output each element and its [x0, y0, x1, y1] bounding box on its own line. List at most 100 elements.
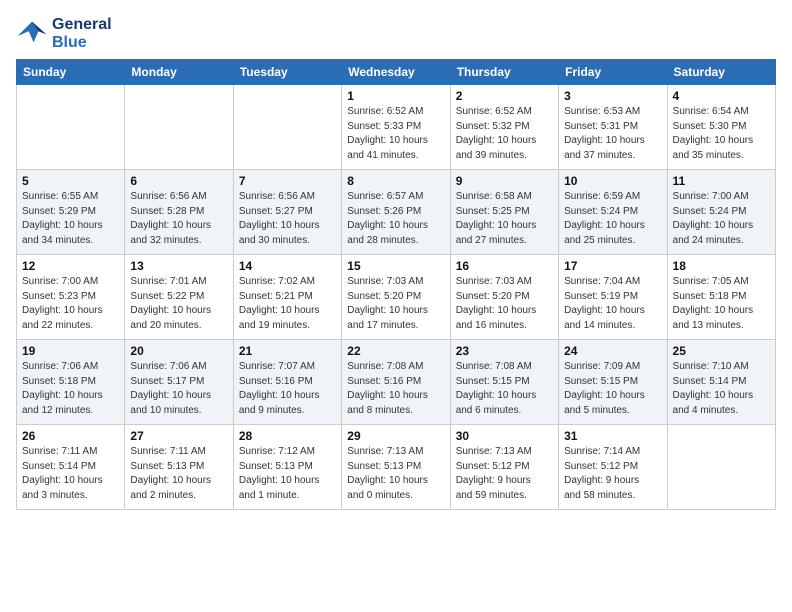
day-number: 5 — [22, 174, 119, 188]
day-info: Sunrise: 7:02 AM Sunset: 5:21 PM Dayligh… — [239, 275, 336, 333]
calendar-cell: 13 Sunrise: 7:01 AM Sunset: 5:22 PM Dayli… — [125, 255, 233, 340]
day-info: Sunrise: 7:00 AM Sunset: 5:24 PM Dayligh… — [673, 190, 770, 248]
calendar-cell: 3 Sunrise: 6:53 AM Sunset: 5:31 PM Daylig… — [559, 85, 667, 170]
calendar-cell: 16 Sunrise: 7:03 AM Sunset: 5:20 PM Dayli… — [450, 255, 558, 340]
day-info: Sunrise: 7:05 AM Sunset: 5:18 PM Dayligh… — [673, 275, 770, 333]
calendar-cell: 24Sunrise: 7:09 AM Sunset: 5:15 PM Dayli… — [559, 340, 667, 425]
calendar-cell: 12 Sunrise: 7:00 AM Sunset: 5:23 PM Dayli… — [17, 255, 125, 340]
calendar-cell: 26Sunrise: 7:11 AM Sunset: 5:14 PM Dayli… — [17, 425, 125, 510]
day-number: 19 — [22, 344, 119, 358]
calendar-cell: 29 Sunrise: 7:13 AM Sunset: 5:13 PM Dayli… — [342, 425, 450, 510]
day-info: Sunrise: 7:11 AM Sunset: 5:14 PM Dayligh… — [22, 445, 119, 503]
calendar-cell: 25Sunrise: 7:10 AM Sunset: 5:14 PM Dayli… — [667, 340, 775, 425]
day-number: 31 — [564, 429, 661, 443]
day-info: Sunrise: 7:03 AM Sunset: 5:20 PM Dayligh… — [347, 275, 444, 333]
day-info: Sunrise: 7:13 AM Sunset: 5:12 PM Dayligh… — [456, 445, 553, 503]
calendar-table: SundayMondayTuesdayWednesdayThursdayFrid… — [16, 59, 776, 510]
day-number: 17 — [564, 259, 661, 273]
day-number: 11 — [673, 174, 770, 188]
weekday-header: Friday — [559, 60, 667, 85]
day-info: Sunrise: 6:53 AM Sunset: 5:31 PM Dayligh… — [564, 105, 661, 163]
day-info: Sunrise: 7:01 AM Sunset: 5:22 PM Dayligh… — [130, 275, 227, 333]
calendar-cell — [233, 85, 341, 170]
day-number: 30 — [456, 429, 553, 443]
weekday-header: Monday — [125, 60, 233, 85]
day-info: Sunrise: 7:00 AM Sunset: 5:23 PM Dayligh… — [22, 275, 119, 333]
day-info: Sunrise: 6:57 AM Sunset: 5:26 PM Dayligh… — [347, 190, 444, 248]
day-number: 7 — [239, 174, 336, 188]
calendar-cell — [667, 425, 775, 510]
day-info: Sunrise: 7:12 AM Sunset: 5:13 PM Dayligh… — [239, 445, 336, 503]
calendar-cell: 1Sunrise: 6:52 AM Sunset: 5:33 PM Daylig… — [342, 85, 450, 170]
day-info: Sunrise: 6:59 AM Sunset: 5:24 PM Dayligh… — [564, 190, 661, 248]
calendar-cell: 19 Sunrise: 7:06 AM Sunset: 5:18 PM Dayli… — [17, 340, 125, 425]
calendar-cell: 22Sunrise: 7:08 AM Sunset: 5:16 PM Dayli… — [342, 340, 450, 425]
day-info: Sunrise: 6:58 AM Sunset: 5:25 PM Dayligh… — [456, 190, 553, 248]
day-number: 14 — [239, 259, 336, 273]
day-number: 21 — [239, 344, 336, 358]
day-number: 3 — [564, 89, 661, 103]
day-number: 20 — [130, 344, 227, 358]
calendar-week-row: 5 Sunrise: 6:55 AM Sunset: 5:29 PM Daylig… — [17, 170, 776, 255]
calendar-cell: 14 Sunrise: 7:02 AM Sunset: 5:21 PM Dayli… — [233, 255, 341, 340]
day-info: Sunrise: 6:56 AM Sunset: 5:27 PM Dayligh… — [239, 190, 336, 248]
day-number: 16 — [456, 259, 553, 273]
day-info: Sunrise: 6:52 AM Sunset: 5:32 PM Dayligh… — [456, 105, 553, 163]
day-number: 2 — [456, 89, 553, 103]
calendar-cell — [125, 85, 233, 170]
weekday-header: Saturday — [667, 60, 775, 85]
day-number: 25 — [673, 344, 770, 358]
day-number: 18 — [673, 259, 770, 273]
day-number: 28 — [239, 429, 336, 443]
page-header: General Blue — [16, 16, 776, 51]
day-number: 22 — [347, 344, 444, 358]
day-number: 6 — [130, 174, 227, 188]
weekday-header: Wednesday — [342, 60, 450, 85]
logo: General Blue — [16, 16, 112, 51]
calendar-cell: 30 Sunrise: 7:13 AM Sunset: 5:12 PM Dayli… — [450, 425, 558, 510]
day-info: Sunrise: 6:52 AM Sunset: 5:33 PM Dayligh… — [347, 105, 444, 163]
calendar-cell: 2 Sunrise: 6:52 AM Sunset: 5:32 PM Daylig… — [450, 85, 558, 170]
calendar-week-row: 12 Sunrise: 7:00 AM Sunset: 5:23 PM Dayli… — [17, 255, 776, 340]
calendar-cell: 8 Sunrise: 6:57 AM Sunset: 5:26 PM Daylig… — [342, 170, 450, 255]
day-number: 8 — [347, 174, 444, 188]
day-info: Sunrise: 6:56 AM Sunset: 5:28 PM Dayligh… — [130, 190, 227, 248]
day-number: 29 — [347, 429, 444, 443]
day-number: 10 — [564, 174, 661, 188]
calendar-week-row: 19 Sunrise: 7:06 AM Sunset: 5:18 PM Dayli… — [17, 340, 776, 425]
logo-icon — [16, 20, 48, 48]
day-info: Sunrise: 7:09 AM Sunset: 5:15 PM Dayligh… — [564, 360, 661, 418]
calendar-cell: 6 Sunrise: 6:56 AM Sunset: 5:28 PM Daylig… — [125, 170, 233, 255]
calendar-cell: 21 Sunrise: 7:07 AM Sunset: 5:16 PM Dayli… — [233, 340, 341, 425]
day-info: Sunrise: 7:07 AM Sunset: 5:16 PM Dayligh… — [239, 360, 336, 418]
calendar-cell: 4 Sunrise: 6:54 AM Sunset: 5:30 PM Daylig… — [667, 85, 775, 170]
calendar-cell: 15 Sunrise: 7:03 AM Sunset: 5:20 PM Dayli… — [342, 255, 450, 340]
day-number: 15 — [347, 259, 444, 273]
day-info: Sunrise: 7:08 AM Sunset: 5:15 PM Dayligh… — [456, 360, 553, 418]
day-info: Sunrise: 7:13 AM Sunset: 5:13 PM Dayligh… — [347, 445, 444, 503]
calendar-week-row: 1Sunrise: 6:52 AM Sunset: 5:33 PM Daylig… — [17, 85, 776, 170]
day-info: Sunrise: 7:14 AM Sunset: 5:12 PM Dayligh… — [564, 445, 661, 503]
calendar-cell: 7 Sunrise: 6:56 AM Sunset: 5:27 PM Daylig… — [233, 170, 341, 255]
logo-text: General Blue — [52, 16, 112, 51]
calendar-cell: 18 Sunrise: 7:05 AM Sunset: 5:18 PM Dayli… — [667, 255, 775, 340]
weekday-header: Thursday — [450, 60, 558, 85]
calendar-cell: 5 Sunrise: 6:55 AM Sunset: 5:29 PM Daylig… — [17, 170, 125, 255]
day-number: 9 — [456, 174, 553, 188]
day-info: Sunrise: 6:55 AM Sunset: 5:29 PM Dayligh… — [22, 190, 119, 248]
day-number: 23 — [456, 344, 553, 358]
calendar-cell: 28 Sunrise: 7:12 AM Sunset: 5:13 PM Dayli… — [233, 425, 341, 510]
day-info: Sunrise: 7:03 AM Sunset: 5:20 PM Dayligh… — [456, 275, 553, 333]
day-info: Sunrise: 6:54 AM Sunset: 5:30 PM Dayligh… — [673, 105, 770, 163]
day-info: Sunrise: 7:06 AM Sunset: 5:18 PM Dayligh… — [22, 360, 119, 418]
weekday-header: Tuesday — [233, 60, 341, 85]
calendar-cell — [17, 85, 125, 170]
calendar-cell: 9 Sunrise: 6:58 AM Sunset: 5:25 PM Daylig… — [450, 170, 558, 255]
day-number: 4 — [673, 89, 770, 103]
day-number: 13 — [130, 259, 227, 273]
calendar-cell: 31 Sunrise: 7:14 AM Sunset: 5:12 PM Dayli… — [559, 425, 667, 510]
day-number: 12 — [22, 259, 119, 273]
calendar-header-row: SundayMondayTuesdayWednesdayThursdayFrid… — [17, 60, 776, 85]
calendar-cell: 27Sunrise: 7:11 AM Sunset: 5:13 PM Dayli… — [125, 425, 233, 510]
day-info: Sunrise: 7:06 AM Sunset: 5:17 PM Dayligh… — [130, 360, 227, 418]
